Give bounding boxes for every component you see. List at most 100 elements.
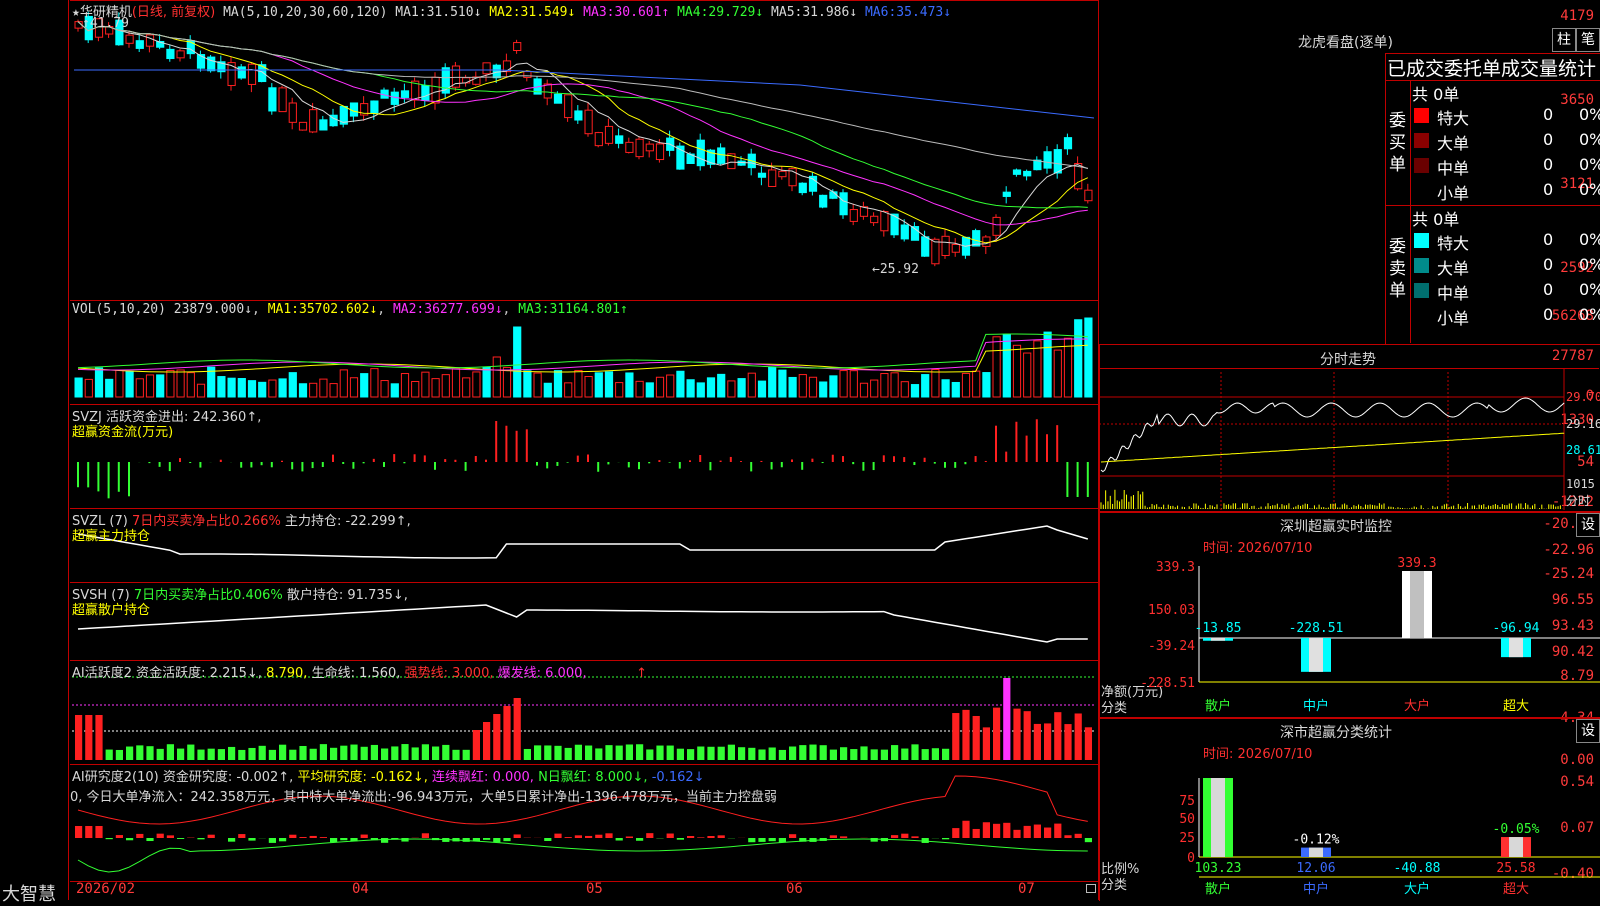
x-label: 07 <box>1018 881 1035 897</box>
ai-active-label4: 爆发线: <box>498 666 541 681</box>
volume-bar <box>238 379 245 397</box>
candle-body <box>146 35 153 46</box>
monitor-bar <box>1509 638 1523 657</box>
activity-bar <box>728 745 735 760</box>
fund-flow-bar <box>913 462 915 465</box>
candle-body <box>320 120 327 130</box>
volume-bar <box>799 375 806 397</box>
volume-bar <box>1064 338 1071 397</box>
ai-research-value4: 8.000↓, <box>595 770 647 785</box>
candle-body <box>310 110 317 132</box>
volume-bar <box>758 381 765 397</box>
classify-category: 散户 <box>1205 881 1231 897</box>
chart-canvas[interactable] <box>0 0 1098 900</box>
research-bar <box>1003 823 1010 838</box>
activity-bar <box>677 749 684 760</box>
fund-flow-bar <box>985 461 987 462</box>
research-bar <box>605 833 612 838</box>
candle-body <box>820 195 827 207</box>
research-bar <box>585 836 592 838</box>
volume-bar <box>197 384 204 397</box>
fund-flow-bar <box>709 462 711 470</box>
volume-bar <box>126 371 133 397</box>
candle-body <box>616 136 623 144</box>
fund-flow-bar <box>658 460 660 462</box>
volume-bar <box>136 379 143 397</box>
research-bar <box>952 828 959 838</box>
fund-flow-bar <box>454 460 456 462</box>
fund-flow-bar <box>862 462 864 471</box>
research-bar <box>1024 826 1031 838</box>
fund-flow-bar <box>312 462 314 468</box>
candle-body <box>575 111 582 120</box>
research-bar <box>1054 824 1061 838</box>
research-bar <box>167 835 174 838</box>
fund-flow-bar <box>832 455 834 462</box>
activity-bar <box>146 746 153 760</box>
ai-research-label3: 连续飘红: <box>432 770 488 785</box>
research-bar <box>565 837 572 838</box>
volume-bar <box>95 368 102 397</box>
volume-bar <box>432 379 439 397</box>
ai-research-value2: -0.162↓, <box>371 770 428 785</box>
candle-body <box>493 65 500 78</box>
activity-bar <box>310 749 317 760</box>
volume-bar <box>330 384 337 397</box>
research-bar <box>208 835 215 838</box>
volume-bar <box>901 382 908 397</box>
fund-flow-bar <box>495 421 497 462</box>
volume-bar <box>911 385 918 397</box>
candle-body <box>605 126 612 143</box>
activity-bar <box>1003 678 1010 760</box>
fund-flow-bar <box>587 455 589 462</box>
activity-bar <box>422 744 429 760</box>
volume-bar <box>187 373 194 397</box>
svsh-value: 91.735↓, <box>347 588 408 603</box>
ai-active-legend: AI活跃度2 资金活跃度: 2.215↓, 8.790, 生命线: 1.560,… <box>72 662 647 681</box>
fund-flow-bar <box>444 459 446 462</box>
svsh-desc: 7日内买卖净占比0.406% <box>134 588 283 603</box>
candle-body <box>1013 170 1020 174</box>
fund-flow-bar <box>1026 436 1028 462</box>
research-bar <box>667 834 674 838</box>
period-label[interactable]: (日线, 前复权) <box>132 5 215 20</box>
classify-value: -40.88 <box>1394 861 1441 876</box>
ai-active-name: AI活跃度2 <box>72 666 132 681</box>
volume-bar <box>167 370 174 397</box>
volume-bar <box>320 379 327 397</box>
research-bar <box>646 833 653 838</box>
fund-flow-bar <box>638 462 640 469</box>
volume-bar <box>840 371 847 397</box>
fund-flow-bar <box>128 462 130 496</box>
ma-line <box>78 22 1088 225</box>
activity-bar <box>197 750 204 760</box>
ma5-value: 31.986↓ <box>802 5 857 20</box>
activity-bar <box>412 747 419 760</box>
fund-flow-bar <box>536 462 538 466</box>
svzl-label: 主力持仓: <box>285 514 341 529</box>
candle-body <box>983 237 990 246</box>
candle-body <box>391 92 398 104</box>
monitor-category: 超大 <box>1503 699 1529 714</box>
monitor-ytick: 339.3 <box>1156 560 1195 575</box>
activity-bar <box>554 746 561 760</box>
classify-ytick: 75 <box>1179 794 1195 809</box>
research-bar <box>493 838 500 842</box>
ai-research-label4: N日飘红: <box>538 770 591 785</box>
brand-logo[interactable]: 大智慧 <box>2 880 56 906</box>
lock-icon[interactable] <box>1086 884 1096 893</box>
volume-bar <box>177 370 184 397</box>
vol-ma2: 36277.699↓ <box>424 302 502 317</box>
monitor-bar-label: -13.85 <box>1195 621 1242 636</box>
star-icon[interactable]: ★ <box>72 5 80 20</box>
volume-bar <box>75 378 82 397</box>
volume-bar <box>697 383 704 397</box>
activity-bar <box>126 747 133 760</box>
activity-bar <box>1034 724 1041 760</box>
candle-body <box>554 94 561 103</box>
candle-body <box>167 49 174 58</box>
research-bar <box>503 838 510 841</box>
ai-active-value5: 6.000, <box>545 666 586 681</box>
classify-ytick: 25 <box>1179 831 1195 846</box>
fund-flow-bar <box>771 462 773 469</box>
